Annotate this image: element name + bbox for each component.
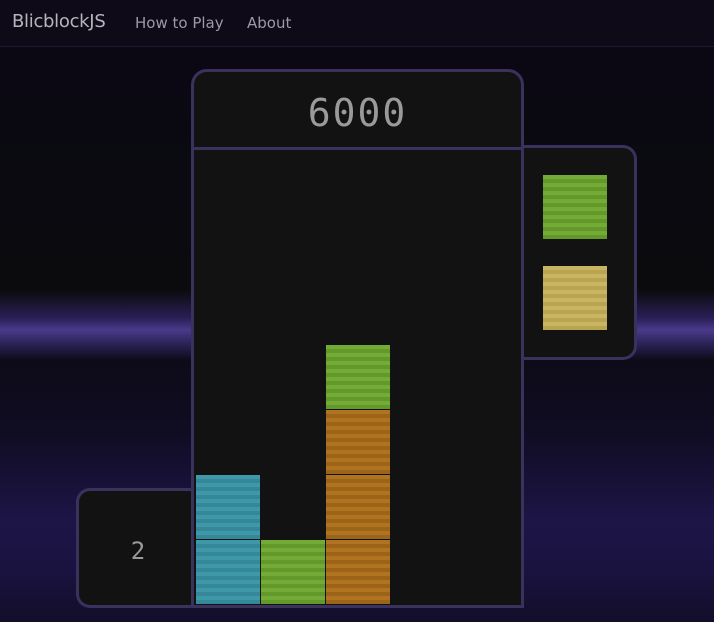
level-display: 2 [130,537,146,565]
game-board[interactable] [191,145,524,608]
score-display: 6000 [307,91,408,135]
board-block [326,540,390,604]
navbar: BlicblockJS How to Play About [0,0,714,47]
board-block [261,540,325,604]
level-panel: 2 [76,488,194,608]
board-block [196,475,260,539]
board-block [196,540,260,604]
board-block [326,410,390,474]
nav-about[interactable]: About [247,14,291,32]
board-block [326,475,390,539]
next-piece-1 [543,175,607,239]
next-pieces-panel [521,145,637,360]
brand-link[interactable]: BlicblockJS [12,11,106,32]
nav-how-to-play[interactable]: How to Play [135,14,224,32]
next-piece-2 [543,266,607,330]
score-panel: 6000 [191,69,524,150]
board-block [326,345,390,409]
